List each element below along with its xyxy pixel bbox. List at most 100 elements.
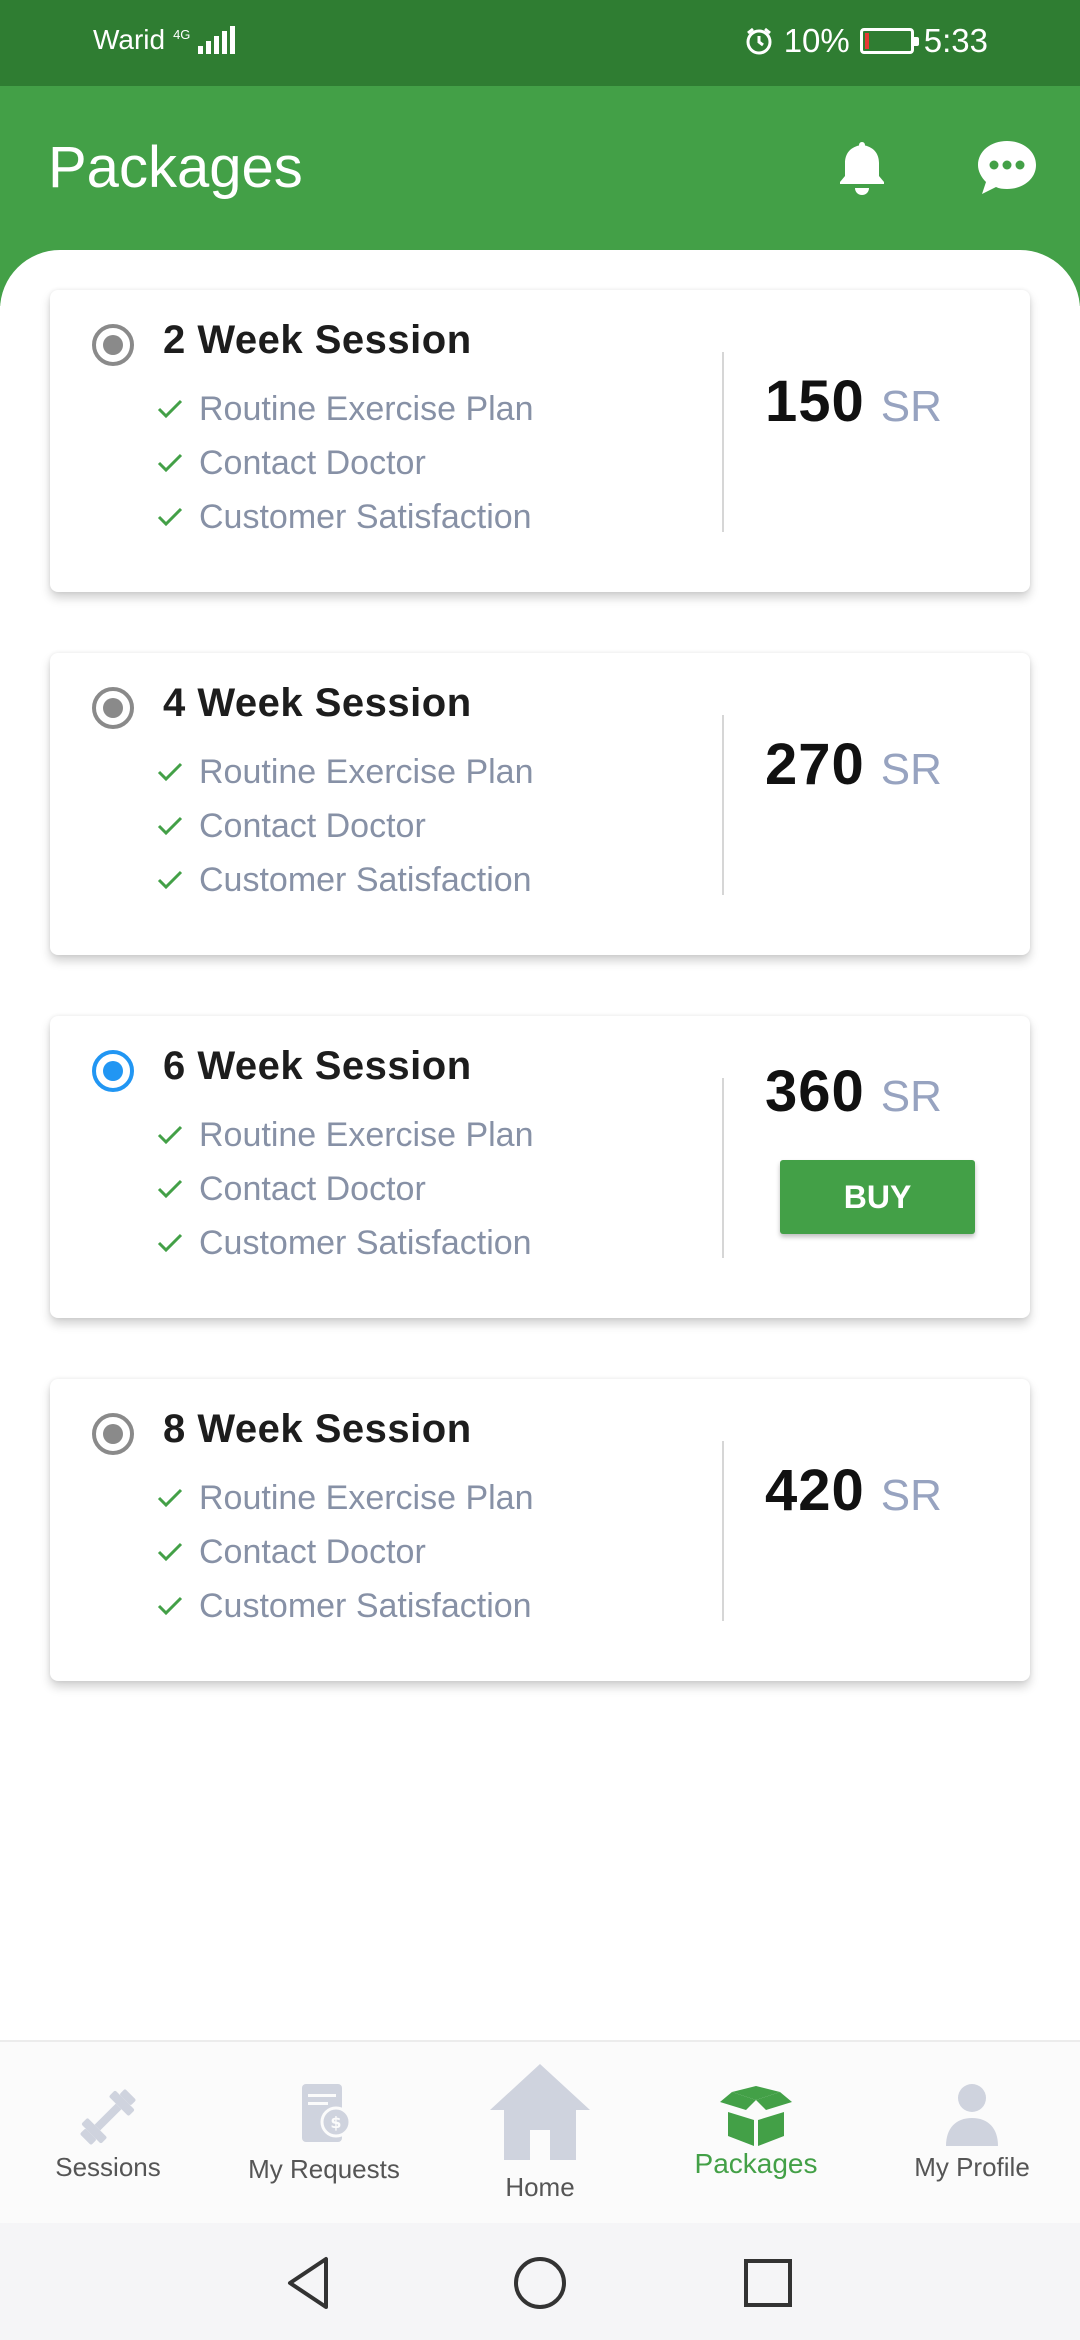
status-left: Warid 4G: [93, 24, 236, 56]
feature-item: Customer Satisfaction: [157, 1216, 534, 1270]
check-icon: [157, 1179, 183, 1199]
feature-list: Routine Exercise Plan Contact Doctor Cus…: [157, 745, 534, 907]
feature-text: Routine Exercise Plan: [199, 1478, 534, 1517]
nav-label: Home: [505, 2172, 575, 2202]
package-card[interactable]: 2 Week Session Routine Exercise Plan Con…: [50, 290, 1030, 592]
feature-item: Contact Doctor: [157, 1525, 534, 1579]
recents-icon[interactable]: [738, 2253, 798, 2313]
feature-text: Contact Doctor: [199, 443, 426, 482]
packages-list: 2 Week Session Routine Exercise Plan Con…: [0, 250, 1080, 2040]
package-card[interactable]: 4 Week Session Routine Exercise Plan Con…: [50, 653, 1030, 955]
feature-text: Customer Satisfaction: [199, 860, 532, 899]
package-card-selected[interactable]: 6 Week Session Routine Exercise Plan Con…: [50, 1016, 1030, 1318]
feature-text: Routine Exercise Plan: [199, 1115, 534, 1154]
feature-item: Routine Exercise Plan: [157, 1471, 534, 1525]
check-icon: [157, 870, 183, 890]
feature-text: Customer Satisfaction: [199, 497, 532, 536]
radio-dot: [103, 698, 123, 718]
svg-text:$: $: [330, 2113, 341, 2132]
package-title: 6 Week Session: [163, 1044, 472, 1088]
price-currency: SR: [880, 1072, 942, 1121]
package-price: 360 SR: [765, 1058, 942, 1125]
clock-time: 5:33: [923, 22, 988, 59]
page-title: Packages: [48, 135, 303, 200]
nav-item-my-profile[interactable]: My Profile: [864, 2042, 1080, 2225]
check-icon: [157, 1488, 183, 1508]
check-icon: [157, 816, 183, 836]
feature-text: Routine Exercise Plan: [199, 752, 534, 791]
radio-dot: [103, 1061, 123, 1081]
package-radio-selected[interactable]: [92, 1050, 134, 1092]
nav-label: Sessions: [55, 2152, 161, 2182]
package-title: 4 Week Session: [163, 681, 472, 725]
feature-item: Routine Exercise Plan: [157, 382, 534, 436]
feature-list: Routine Exercise Plan Contact Doctor Cus…: [157, 1471, 534, 1633]
card-divider: [722, 352, 724, 532]
package-card[interactable]: 8 Week Session Routine Exercise Plan Con…: [50, 1379, 1030, 1681]
feature-text: Customer Satisfaction: [199, 1586, 532, 1625]
nav-label: Packages: [694, 2148, 818, 2179]
status-right: 10% 5:33: [744, 22, 988, 60]
card-divider: [722, 1441, 724, 1621]
home-icon: [490, 2064, 590, 2160]
package-radio[interactable]: [92, 1413, 134, 1455]
feature-item: Customer Satisfaction: [157, 1579, 534, 1633]
nav-item-packages[interactable]: Packages: [648, 2042, 864, 2225]
back-icon[interactable]: [280, 2253, 340, 2313]
requests-icon: $: [302, 2084, 352, 2142]
bell-icon[interactable]: [830, 136, 894, 200]
radio-dot: [103, 335, 123, 355]
feature-text: Contact Doctor: [199, 1169, 426, 1208]
check-icon: [157, 453, 183, 473]
feature-list: Routine Exercise Plan Contact Doctor Cus…: [157, 1108, 534, 1270]
feature-item: Routine Exercise Plan: [157, 1108, 534, 1162]
feature-list: Routine Exercise Plan Contact Doctor Cus…: [157, 382, 534, 544]
feature-item: Contact Doctor: [157, 436, 534, 490]
nav-item-my-requests[interactable]: $ My Requests: [216, 2042, 432, 2225]
nav-item-home[interactable]: Home: [432, 2042, 648, 2225]
card-divider: [722, 1078, 724, 1258]
package-price: 150 SR: [765, 368, 942, 435]
package-price: 420 SR: [765, 1457, 942, 1524]
package-title: 2 Week Session: [163, 318, 472, 362]
feature-text: Routine Exercise Plan: [199, 389, 534, 428]
package-radio[interactable]: [92, 324, 134, 366]
buy-button[interactable]: BUY: [780, 1160, 975, 1234]
price-currency: SR: [880, 745, 942, 794]
bottom-navigation: Sessions $ My Requests Home Packages My …: [0, 2040, 1080, 2223]
feature-item: Routine Exercise Plan: [157, 745, 534, 799]
check-icon: [157, 507, 183, 527]
package-price: 270 SR: [765, 731, 942, 798]
system-navigation-bar: [0, 2223, 1080, 2340]
nav-label: My Profile: [914, 2152, 1030, 2182]
price-value: 270: [765, 732, 865, 797]
chat-icon[interactable]: [975, 136, 1039, 200]
nav-label: My Requests: [248, 2154, 400, 2184]
carrier-name: Warid: [93, 24, 166, 55]
home-circle-icon[interactable]: [510, 2253, 570, 2313]
price-currency: SR: [880, 1471, 942, 1520]
check-icon: [157, 1233, 183, 1253]
price-value: 150: [765, 369, 865, 434]
check-icon: [157, 1542, 183, 1562]
nav-item-sessions[interactable]: Sessions: [0, 2042, 216, 2225]
card-divider: [722, 715, 724, 895]
battery-percent: 10%: [783, 22, 850, 59]
dumbbell-icon: [80, 2089, 136, 2145]
alarm-icon: [746, 27, 772, 55]
package-radio[interactable]: [92, 687, 134, 729]
feature-text: Contact Doctor: [199, 1532, 426, 1571]
radio-dot: [103, 1424, 123, 1444]
feature-text: Customer Satisfaction: [199, 1223, 532, 1262]
price-value: 420: [765, 1458, 865, 1523]
feature-item: Customer Satisfaction: [157, 853, 534, 907]
network-type: 4G: [173, 26, 191, 42]
check-icon: [157, 1125, 183, 1145]
check-icon: [157, 399, 183, 419]
feature-item: Contact Doctor: [157, 799, 534, 853]
packages-icon: [720, 2086, 792, 2146]
battery-icon: [859, 28, 919, 54]
feature-text: Contact Doctor: [199, 806, 426, 845]
check-icon: [157, 1596, 183, 1616]
signal-icon: [198, 26, 236, 54]
